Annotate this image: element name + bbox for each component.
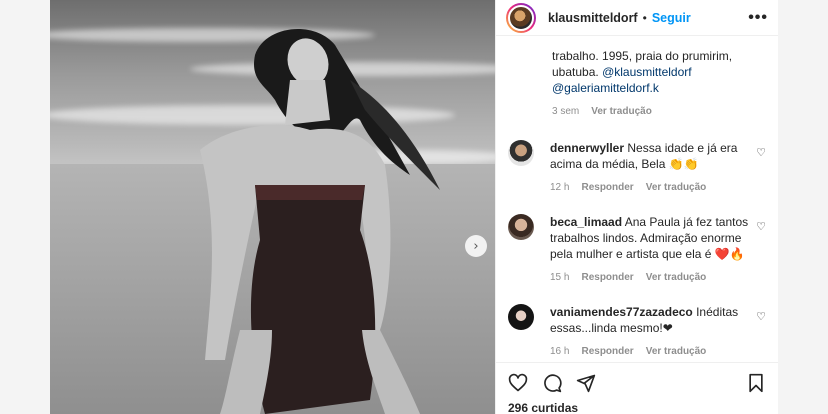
translate-link[interactable]: Ver tradução (646, 344, 707, 360)
commenter-avatar[interactable] (508, 304, 534, 330)
share-icon[interactable] (576, 373, 596, 393)
next-photo-button[interactable]: › (465, 235, 487, 257)
comment-time[interactable]: 16 h (550, 344, 569, 360)
caption-meta: 3 sem Ver tradução (552, 104, 766, 120)
post-caption: trabalho. 1995, praia do prumirim, ubatu… (496, 36, 778, 120)
post-photo[interactable]: › (50, 0, 495, 414)
author-username[interactable]: klausmitteldorf (548, 11, 638, 25)
like-comment-icon[interactable]: ♡ (756, 310, 766, 323)
likes-count[interactable]: 296 curtidas (508, 401, 766, 414)
translate-link[interactable]: Ver tradução (646, 180, 707, 196)
comment-item: vaniamendes77zazadeco Inéditas essas...l… (496, 304, 778, 360)
translate-link[interactable]: Ver tradução (646, 270, 707, 286)
woman-figure (200, 28, 440, 414)
comment-meta: 12 h Responder Ver tradução (550, 180, 750, 196)
translate-link[interactable]: Ver tradução (591, 104, 652, 120)
heart-icon[interactable] (508, 373, 528, 393)
commenter-username[interactable]: beca_limaad (550, 215, 622, 229)
caption-time[interactable]: 3 sem (552, 104, 579, 120)
reply-link[interactable]: Responder (581, 344, 633, 360)
like-comment-icon[interactable]: ♡ (756, 220, 766, 233)
commenter-username[interactable]: vaniamendes77zazadeco (550, 305, 693, 319)
chevron-right-icon: › (473, 238, 479, 254)
post-header: klausmitteldorf • Seguir ••• (496, 0, 778, 36)
reply-link[interactable]: Responder (581, 270, 633, 286)
separator-dot: • (642, 10, 647, 25)
bookmark-icon[interactable] (746, 373, 766, 393)
post-side-panel: klausmitteldorf • Seguir ••• trabalho. 1… (495, 0, 778, 414)
post-actions: 296 curtidas (496, 362, 778, 414)
reply-link[interactable]: Responder (581, 180, 633, 196)
comment-item: beca_limaad Ana Paula já fez tantos trab… (496, 214, 778, 286)
more-options-icon[interactable]: ••• (748, 9, 768, 27)
commenter-avatar[interactable] (508, 140, 534, 166)
comment-meta: 16 h Responder Ver tradução (550, 344, 750, 360)
comment-time[interactable]: 15 h (550, 270, 569, 286)
like-comment-icon[interactable]: ♡ (756, 146, 766, 159)
commenter-username[interactable]: dennerwyller (550, 141, 624, 155)
comment-time[interactable]: 12 h (550, 180, 569, 196)
comment-icon[interactable] (542, 373, 562, 393)
comment-meta: 15 h Responder Ver tradução (550, 270, 750, 286)
mention-link[interactable]: @klausmitteldorf (602, 65, 692, 79)
comment-item: dennerwyller Nessa idade e já era acima … (496, 140, 778, 196)
author-avatar[interactable] (506, 2, 536, 33)
commenter-avatar[interactable] (508, 214, 534, 240)
mention-link[interactable]: @galeriamitteldorf.k (552, 81, 659, 95)
follow-button[interactable]: Seguir (652, 11, 691, 25)
comments-list[interactable]: trabalho. 1995, praia do prumirim, ubatu… (496, 36, 778, 362)
post-modal: › klausmitteldorf • Seguir ••• trabalho.… (50, 0, 778, 414)
